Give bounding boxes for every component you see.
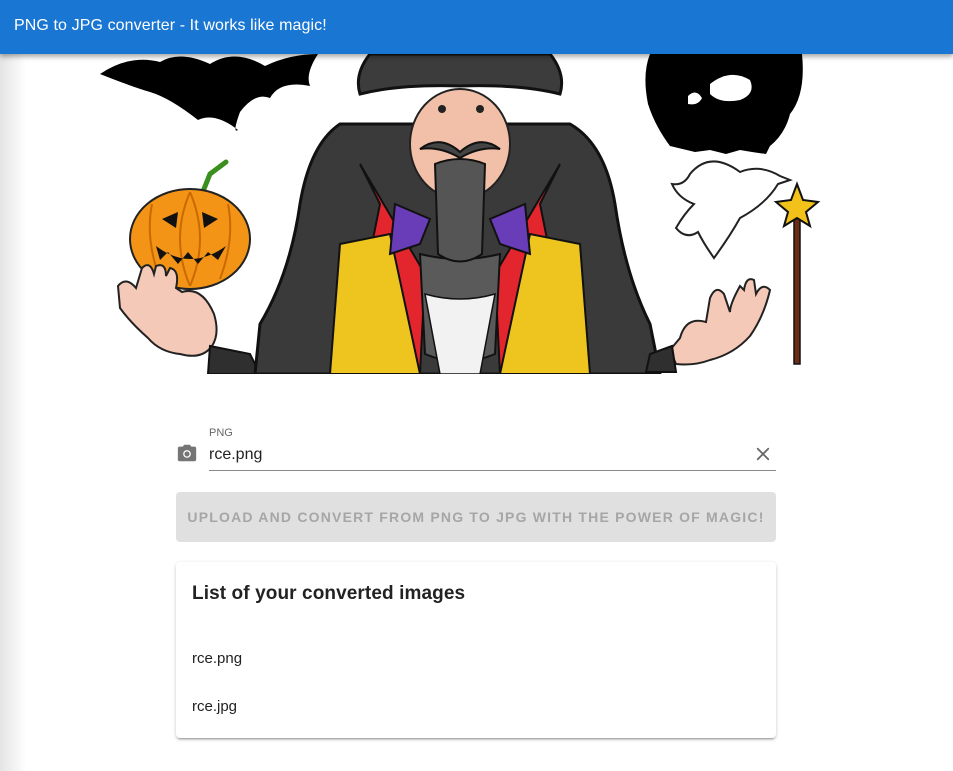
wizard-illustration [100, 54, 821, 374]
converted-images-card: List of your converted images rce.png rc… [176, 562, 776, 738]
close-icon[interactable] [754, 445, 772, 463]
camera-icon[interactable] [176, 442, 198, 464]
field-underline [209, 470, 776, 471]
app-bar: PNG to JPG converter - It works like mag… [0, 0, 953, 54]
list-item[interactable]: rce.png [192, 650, 242, 667]
page-side-shadow [0, 54, 26, 771]
app-title: PNG to JPG converter - It works like mag… [14, 17, 327, 34]
hero-illustration [90, 54, 830, 374]
file-name-input[interactable] [209, 444, 729, 466]
list-item[interactable]: rce.jpg [192, 698, 237, 715]
card-title: List of your converted images [192, 583, 466, 604]
field-label: PNG [209, 427, 233, 439]
png-upload-field[interactable]: PNG [176, 420, 776, 472]
upload-convert-button[interactable]: Upload and convert from PNG to JPG with … [176, 492, 776, 542]
